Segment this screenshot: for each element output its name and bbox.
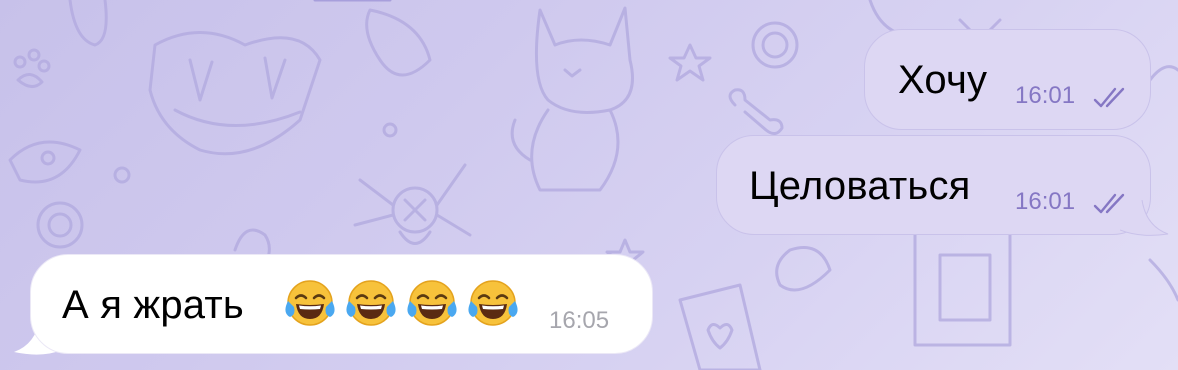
- face-with-tears-of-joy-icon: [285, 280, 335, 326]
- outgoing-message-bubble[interactable]: Хочу 16:01: [864, 29, 1151, 130]
- message-time: 16:01: [1015, 82, 1076, 109]
- message-text: Хочу: [898, 58, 988, 102]
- incoming-message-bubble[interactable]: А я жрать 16:05: [30, 254, 653, 354]
- face-with-tears-of-joy-icon: [346, 280, 396, 326]
- double-check-read-icon: [1093, 87, 1125, 108]
- outgoing-message-bubble[interactable]: Целоваться 16:01: [716, 135, 1151, 235]
- outgoing-bubble-tail: [1120, 200, 1169, 236]
- message-time: 16:05: [549, 307, 610, 334]
- message-text: А я жрать: [62, 283, 244, 327]
- message-text: Целоваться: [749, 164, 971, 208]
- message-time: 16:01: [1015, 188, 1076, 215]
- face-with-tears-of-joy-icon: [468, 280, 518, 326]
- face-with-tears-of-joy-icon: [407, 280, 457, 326]
- emoji-group: [284, 277, 519, 329]
